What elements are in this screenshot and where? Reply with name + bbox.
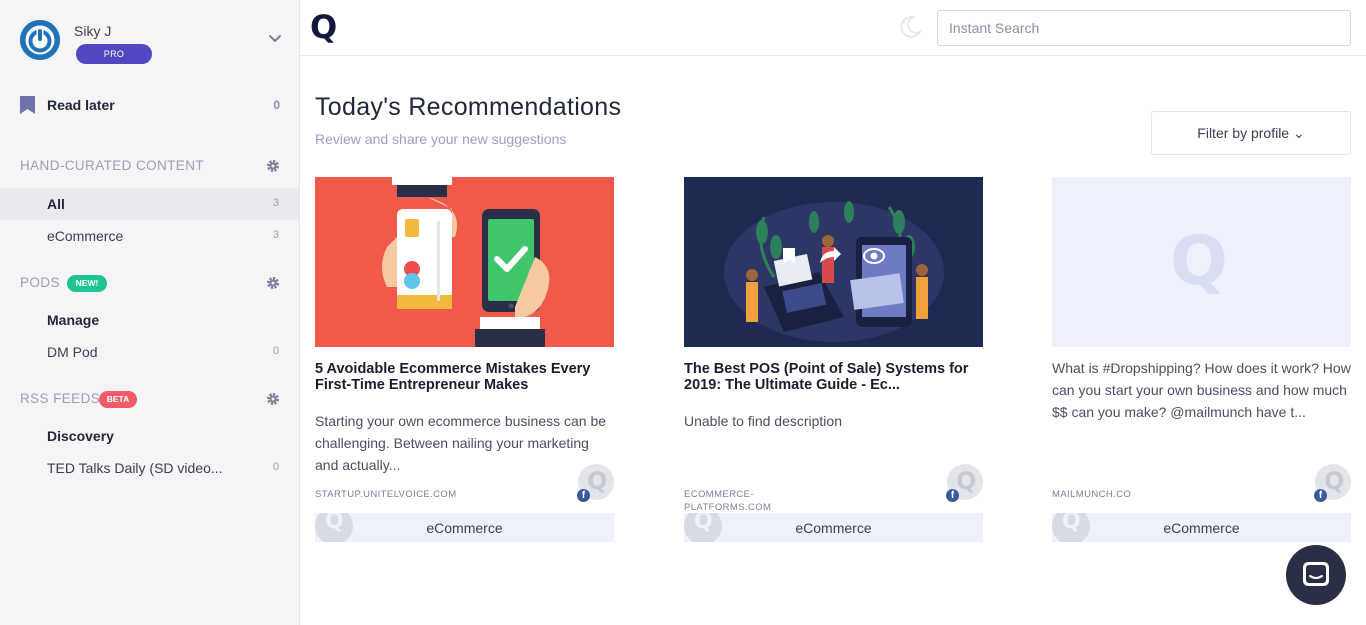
facebook-icon: f	[577, 489, 590, 502]
avatar	[20, 20, 60, 60]
sidebar: Siky J PRO Read later 0 HAND-CURATED CON…	[0, 0, 300, 625]
page-title: Today's Recommendations	[315, 93, 622, 121]
beta-badge: BETA	[99, 391, 137, 408]
card-image[interactable]	[684, 177, 983, 347]
sidebar-item-ecommerce[interactable]: eCommerce 3	[0, 220, 299, 252]
section-label: HAND-CURATED CONTENT	[20, 158, 204, 173]
card-source[interactable]: ECOMMERCE-PLATFORMS.COM	[684, 488, 784, 514]
power-icon	[20, 20, 60, 60]
page-subtitle: Review and share your new suggestions	[315, 131, 567, 147]
sidebar-item-label: TED Talks Daily (SD video...	[47, 460, 223, 476]
card-source[interactable]: STARTUP.UNITELVOICE.COM	[315, 488, 456, 501]
card-title[interactable]: 5 Avoidable Ecommerce Mistakes Every Fir…	[315, 361, 614, 393]
q-logo-icon: Q	[1324, 467, 1345, 495]
moon-icon[interactable]	[897, 14, 923, 40]
section-label: PODS	[20, 275, 60, 290]
card-category-tag[interactable]: Q eCommerce	[684, 513, 983, 542]
sidebar-item-label: eCommerce	[47, 228, 124, 244]
card-source[interactable]: MAILMUNCH.CO	[1052, 488, 1152, 501]
read-later-count: 0	[273, 98, 280, 112]
sidebar-item-label: Manage	[47, 312, 100, 328]
card-description: Starting your own ecommerce business can…	[315, 413, 607, 473]
sidebar-item-label: All	[47, 196, 65, 212]
sidebar-item-all[interactable]: All 3	[0, 188, 299, 220]
card-description: What is #Dropshipping? How does it work?…	[1052, 360, 1351, 420]
sidebar-item-manage[interactable]: Manage	[0, 304, 299, 336]
card-description: Unable to find description	[684, 413, 842, 429]
section-pods: PODS NEW!	[20, 275, 280, 295]
sidebar-item-ted-talks[interactable]: TED Talks Daily (SD video... 0	[0, 452, 299, 484]
card-tag-label: eCommerce	[426, 520, 503, 536]
section-hand-curated: HAND-CURATED CONTENT	[20, 158, 280, 178]
gear-icon[interactable]	[266, 159, 280, 173]
sidebar-item-discovery[interactable]: Discovery	[0, 420, 299, 452]
read-later-label: Read later	[47, 97, 115, 113]
section-label: RSS FEEDS	[20, 391, 101, 406]
sidebar-item-dm-pod[interactable]: DM Pod 0	[0, 336, 299, 368]
gear-icon[interactable]	[266, 276, 280, 290]
profile-menu[interactable]: Siky J PRO	[20, 18, 290, 68]
user-name: Siky J	[74, 23, 112, 39]
sidebar-item-label: Discovery	[47, 428, 114, 444]
section-rss-feeds: RSS FEEDS BETA	[20, 391, 280, 411]
bookmark-icon	[20, 96, 35, 114]
filter-by-profile-button[interactable]: Filter by profile ⌄	[1151, 111, 1351, 155]
sidebar-item-count: 3	[272, 197, 279, 209]
search-input[interactable]	[937, 10, 1351, 46]
gear-icon[interactable]	[266, 392, 280, 406]
header-divider	[300, 55, 1366, 56]
payment-illustration	[315, 177, 614, 347]
card-category-tag[interactable]: Q eCommerce	[315, 513, 614, 542]
q-logo-icon: Q	[587, 467, 608, 495]
q-logo-icon: Q	[956, 467, 977, 495]
sidebar-item-count: 3	[272, 229, 279, 241]
sidebar-item-label: DM Pod	[47, 344, 98, 360]
chevron-down-icon[interactable]	[268, 32, 282, 46]
pro-badge: PRO	[76, 44, 152, 64]
q-logo-icon: Q	[1170, 222, 1228, 301]
app-logo[interactable]: Q	[310, 8, 337, 46]
card-image[interactable]	[315, 177, 614, 347]
recommendation-card[interactable]: Q What is #Dropshipping? How does it wor…	[1052, 177, 1352, 547]
card-tag-label: eCommerce	[795, 520, 872, 536]
sidebar-item-count: 0	[272, 461, 279, 473]
facebook-icon: f	[946, 489, 959, 502]
recommendation-card[interactable]: The Best POS (Point of Sale) Systems for…	[684, 177, 984, 547]
read-later-link[interactable]: Read later 0	[20, 95, 280, 117]
sidebar-item-count: 0	[272, 345, 279, 357]
recommendation-card[interactable]: 5 Avoidable Ecommerce Mistakes Every Fir…	[315, 177, 615, 547]
card-title[interactable]: The Best POS (Point of Sale) Systems for…	[684, 361, 983, 393]
card-image-placeholder[interactable]: Q	[1052, 177, 1351, 347]
card-category-tag[interactable]: Q eCommerce	[1052, 513, 1351, 542]
pos-illustration	[684, 177, 983, 347]
facebook-icon: f	[1314, 489, 1327, 502]
new-badge: NEW!	[67, 275, 107, 292]
chat-icon	[1303, 562, 1329, 586]
chat-launcher-button[interactable]	[1286, 545, 1346, 605]
card-tag-label: eCommerce	[1163, 520, 1240, 536]
